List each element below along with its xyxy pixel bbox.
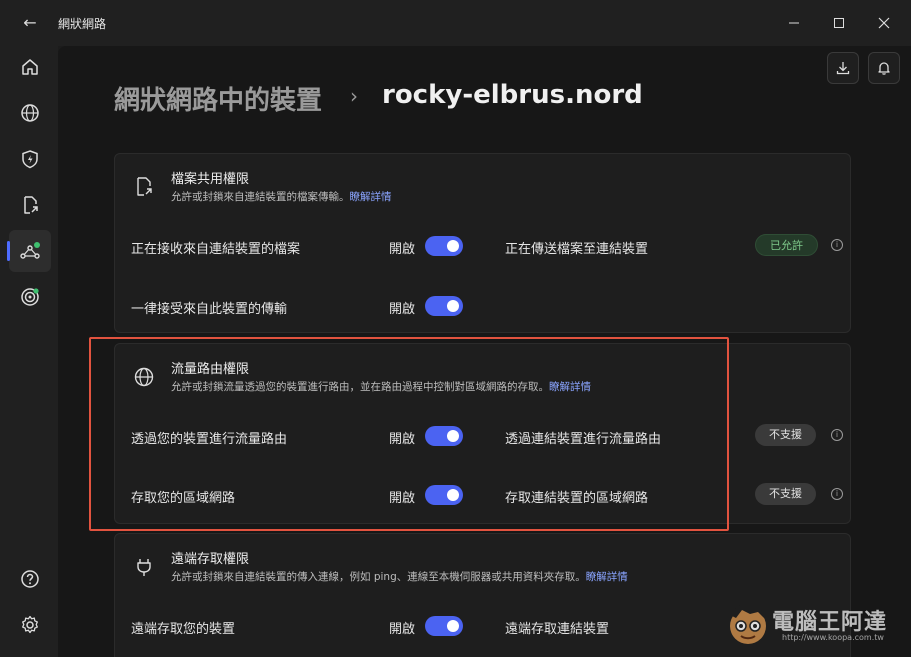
download-button[interactable] bbox=[827, 52, 859, 84]
card-title: 檔案共用權限 bbox=[171, 172, 250, 187]
info-icon[interactable]: i bbox=[831, 429, 843, 441]
watermark-text: 電腦王阿達 bbox=[772, 610, 888, 635]
remote-access-state: 開啟 bbox=[389, 622, 416, 637]
settings-icon bbox=[22, 615, 38, 634]
info-icon[interactable]: i bbox=[831, 488, 843, 500]
route-peer-label: 透過連結裝置進行流量路由 bbox=[505, 432, 662, 447]
shield-bolt-icon bbox=[22, 150, 38, 169]
remote-peer-label: 遠端存取連結裝置 bbox=[505, 622, 610, 637]
card-description: 允許或封鎖來自連結裝置的檔案傳輸。瞭解詳情 bbox=[171, 191, 392, 203]
target-icon bbox=[21, 288, 39, 306]
bell-icon bbox=[878, 62, 890, 75]
file-share-icon bbox=[24, 196, 38, 214]
card-description: 允許或封鎖流量透過您的裝置進行路由，並在路由過程中控制對區域網路的存取。瞭解詳情 bbox=[171, 381, 591, 393]
lan-access-state: 開啟 bbox=[389, 491, 416, 506]
maximize-icon bbox=[834, 18, 844, 28]
main-content: 網狀網路中的裝置 › rocky-elbrus.nord 檔案共用權限 允許或封… bbox=[58, 46, 911, 657]
globe-icon bbox=[21, 104, 39, 122]
unsupported-badge: 不支援 bbox=[755, 483, 816, 505]
minimize-button[interactable] bbox=[780, 10, 808, 36]
sidebar-item-dark-web-monitor[interactable] bbox=[9, 276, 51, 318]
route-traffic-label: 透過您的裝置進行流量路由 bbox=[131, 432, 288, 447]
close-button[interactable] bbox=[870, 10, 898, 36]
card-title: 流量路由權限 bbox=[171, 362, 250, 377]
remote-access-label: 遠端存取您的裝置 bbox=[131, 622, 236, 637]
maximize-button[interactable] bbox=[825, 10, 853, 36]
plug-icon bbox=[137, 559, 151, 576]
breadcrumb-separator: › bbox=[350, 84, 358, 108]
receive-files-state: 開啟 bbox=[389, 242, 416, 257]
globe-icon bbox=[134, 367, 154, 387]
card-description: 允許或封鎖來自連結裝置的傳入連線，例如 ping、連線至本機伺服器或共用資料夾存… bbox=[171, 571, 628, 583]
auto-accept-label: 一律接受來自此裝置的傳輸 bbox=[131, 302, 288, 317]
sidebar-item-threat-protection[interactable] bbox=[9, 138, 51, 180]
help-icon bbox=[21, 570, 39, 588]
lan-access-toggle[interactable] bbox=[425, 485, 463, 505]
page-title: rocky-elbrus.nord bbox=[382, 80, 643, 110]
learn-more-link[interactable]: 瞭解詳情 bbox=[549, 381, 591, 393]
auto-accept-toggle[interactable] bbox=[425, 296, 463, 316]
minimize-icon bbox=[789, 22, 799, 24]
title-bar: ← 網狀網路 bbox=[0, 0, 911, 46]
download-icon bbox=[836, 62, 850, 75]
mascot-icon bbox=[730, 603, 766, 644]
route-traffic-state: 開啟 bbox=[389, 432, 416, 447]
watermark-url: http://www.koopa.com.tw bbox=[782, 633, 884, 642]
receive-files-label: 正在接收來自連結裝置的檔案 bbox=[131, 242, 301, 257]
routing-card: 流量路由權限 允許或封鎖流量透過您的裝置進行路由，並在路由過程中控制對區域網路的… bbox=[114, 343, 851, 524]
watermark: 電腦王阿達 http://www.koopa.com.tw bbox=[722, 600, 902, 652]
meshnet-icon bbox=[20, 242, 40, 259]
file-share-icon bbox=[137, 177, 152, 196]
sidebar-item-home[interactable] bbox=[9, 46, 51, 88]
remote-access-toggle[interactable] bbox=[425, 616, 463, 636]
auto-accept-state: 開啟 bbox=[389, 302, 416, 317]
sidebar bbox=[0, 46, 58, 657]
file-sharing-card: 檔案共用權限 允許或封鎖來自連結裝置的檔案傳輸。瞭解詳情 正在接收來自連結裝置的… bbox=[114, 153, 851, 333]
breadcrumb-root[interactable]: 網狀網路中的裝置 bbox=[114, 80, 322, 117]
app-title: 網狀網路 bbox=[58, 17, 107, 31]
sidebar-item-settings[interactable] bbox=[9, 604, 51, 646]
receive-files-toggle[interactable] bbox=[425, 236, 463, 256]
allowed-badge: 已允許 bbox=[755, 234, 818, 256]
close-icon bbox=[878, 17, 890, 29]
send-files-label: 正在傳送檔案至連結裝置 bbox=[505, 242, 649, 257]
learn-more-link[interactable]: 瞭解詳情 bbox=[586, 571, 628, 583]
notifications-button[interactable] bbox=[868, 52, 900, 84]
learn-more-link[interactable]: 瞭解詳情 bbox=[350, 191, 392, 203]
info-icon[interactable]: i bbox=[831, 239, 843, 251]
lan-peer-label: 存取連結裝置的區域網路 bbox=[505, 491, 649, 506]
sidebar-item-vpn[interactable] bbox=[9, 92, 51, 134]
back-button[interactable]: ← bbox=[20, 12, 40, 34]
lan-access-label: 存取您的區域網路 bbox=[131, 491, 236, 506]
unsupported-badge: 不支援 bbox=[755, 424, 816, 446]
sidebar-item-file-share[interactable] bbox=[9, 184, 51, 226]
card-title: 遠端存取權限 bbox=[171, 552, 250, 567]
sidebar-item-meshnet[interactable] bbox=[7, 230, 51, 272]
sidebar-item-help[interactable] bbox=[9, 558, 51, 600]
route-traffic-toggle[interactable] bbox=[425, 426, 463, 446]
home-icon bbox=[22, 59, 38, 75]
